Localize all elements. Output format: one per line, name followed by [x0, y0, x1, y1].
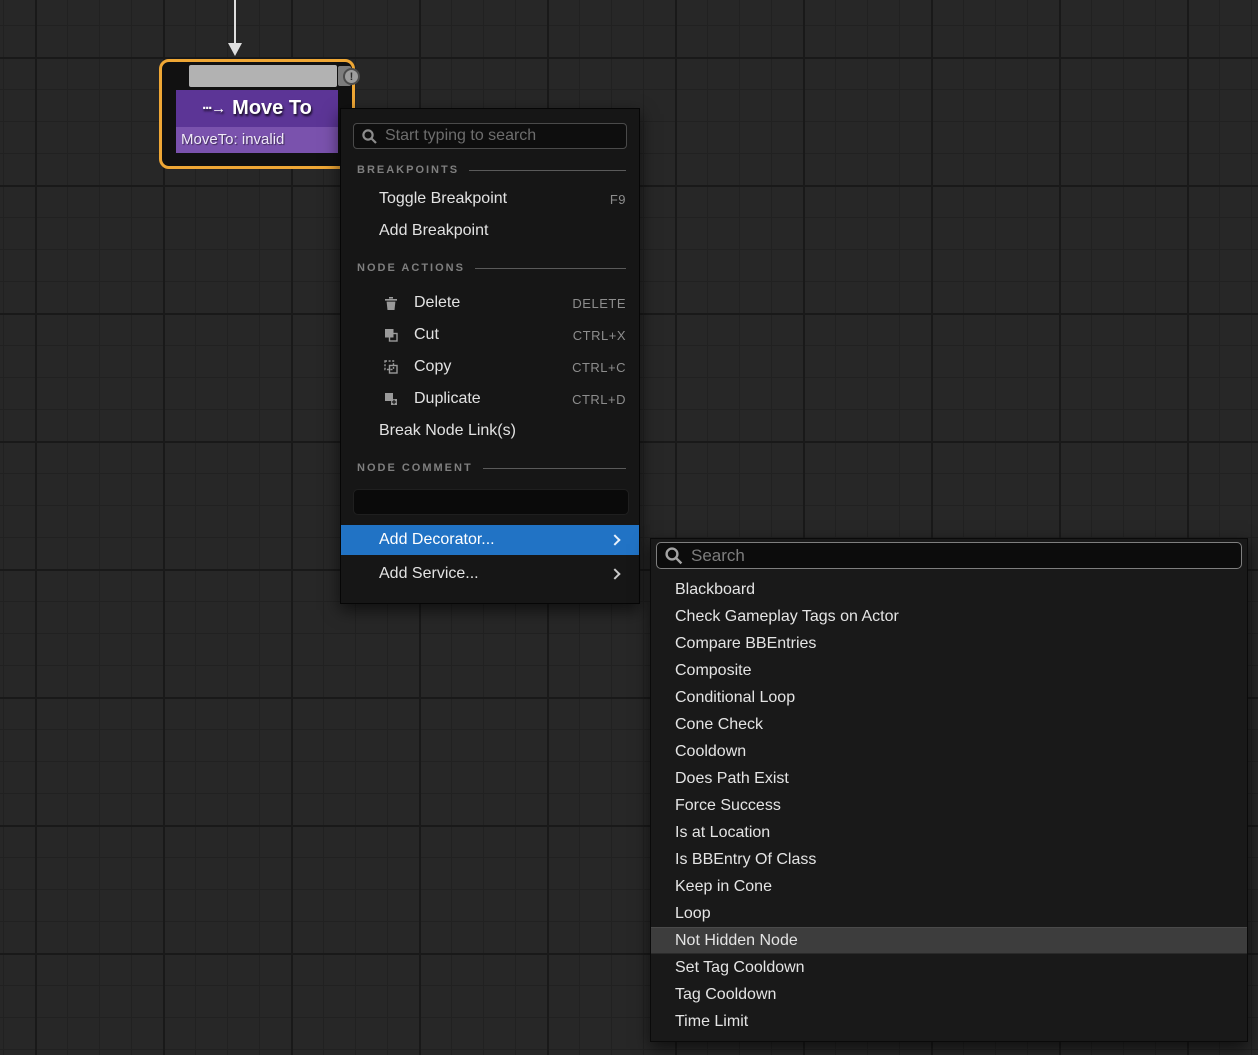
graph-canvas[interactable]: ! ···→ Move To MoveTo: invalid BREAKPOIN… — [0, 0, 1258, 1055]
list-item[interactable]: Time Limit — [651, 1008, 1247, 1035]
section-header-node-comment: NODE COMMENT — [341, 461, 639, 475]
menu-item-label: Add Breakpoint — [379, 222, 488, 240]
list-item[interactable]: Is at Location — [651, 819, 1247, 846]
search-icon — [664, 546, 684, 566]
menu-item-delete[interactable]: Delete DELETE — [341, 287, 639, 319]
menu-item-toggle-breakpoint[interactable]: Toggle Breakpoint F9 — [341, 183, 639, 215]
node-comment-input[interactable] — [353, 489, 629, 515]
menu-item-shortcut: CTRL+C — [572, 360, 626, 375]
list-item[interactable]: Does Path Exist — [651, 765, 1247, 792]
context-menu-search[interactable] — [353, 123, 627, 149]
list-item[interactable]: Loop — [651, 900, 1247, 927]
menu-item-duplicate[interactable]: Duplicate CTRL+D — [341, 383, 639, 415]
menu-item-label: Add Decorator... — [379, 531, 495, 549]
section-header-node-actions: NODE ACTIONS — [341, 261, 639, 275]
cut-icon — [384, 328, 399, 342]
node-info-badge: ! — [343, 68, 360, 85]
decorator-submenu: BlackboardCheck Gameplay Tags on ActorCo… — [650, 538, 1248, 1042]
menu-item-label: Toggle Breakpoint — [379, 190, 507, 208]
section-rule — [483, 468, 626, 469]
submenu-search[interactable] — [656, 542, 1242, 569]
list-item[interactable]: Compare BBEntries — [651, 630, 1247, 657]
list-item[interactable]: Conditional Loop — [651, 684, 1247, 711]
search-input[interactable] — [385, 127, 619, 145]
copy-icon — [384, 360, 399, 374]
menu-item-shortcut: CTRL+X — [573, 328, 626, 343]
duplicate-icon — [384, 392, 399, 406]
section-header-breakpoints: BREAKPOINTS — [341, 163, 639, 177]
list-item[interactable]: Keep in Cone — [651, 873, 1247, 900]
list-item[interactable]: Not Hidden Node — [651, 927, 1247, 954]
menu-item-add-breakpoint[interactable]: Add Breakpoint — [341, 215, 639, 247]
menu-item-add-decorator[interactable]: Add Decorator... — [341, 525, 639, 555]
section-rule — [469, 170, 626, 171]
node-subtitle: MoveTo: invalid — [176, 127, 338, 153]
exec-wire-arrow-icon — [228, 43, 242, 56]
chevron-right-icon — [609, 534, 620, 545]
menu-item-label: Cut — [414, 326, 439, 344]
move-to-icon: ···→ — [202, 100, 227, 117]
list-item[interactable]: Force Success — [651, 792, 1247, 819]
menu-item-add-service[interactable]: Add Service... — [341, 559, 639, 589]
menu-item-label: Copy — [414, 358, 451, 376]
menu-item-shortcut: DELETE — [572, 296, 626, 311]
chevron-right-icon — [609, 568, 620, 579]
list-item[interactable]: Cooldown — [651, 738, 1247, 765]
list-item[interactable]: Blackboard — [651, 576, 1247, 603]
menu-item-shortcut: F9 — [610, 192, 626, 207]
menu-item-shortcut: CTRL+D — [572, 392, 626, 407]
menu-item-label: Add Service... — [379, 565, 479, 583]
exec-wire — [234, 0, 236, 44]
menu-item-label: Delete — [414, 294, 460, 312]
search-icon — [361, 128, 378, 145]
section-rule — [475, 268, 626, 269]
node-context-menu: BREAKPOINTS Toggle Breakpoint F9 Add Bre… — [340, 108, 640, 604]
list-item[interactable]: Cone Check — [651, 711, 1247, 738]
node-title-field[interactable] — [189, 65, 337, 87]
submenu-search-input[interactable] — [691, 546, 1234, 566]
menu-item-label: Duplicate — [414, 390, 481, 408]
list-item[interactable]: Is BBEntry Of Class — [651, 846, 1247, 873]
menu-item-label: Break Node Link(s) — [379, 422, 516, 440]
list-item[interactable]: Tag Cooldown — [651, 981, 1247, 1008]
list-item[interactable]: Set Tag Cooldown — [651, 954, 1247, 981]
menu-item-cut[interactable]: Cut CTRL+X — [341, 319, 639, 351]
menu-item-copy[interactable]: Copy CTRL+C — [341, 351, 639, 383]
move-to-node[interactable]: ! ···→ Move To MoveTo: invalid — [159, 59, 355, 169]
decorator-list: BlackboardCheck Gameplay Tags on ActorCo… — [651, 576, 1247, 1035]
node-title: Move To — [232, 97, 312, 120]
list-item[interactable]: Composite — [651, 657, 1247, 684]
list-item[interactable]: Check Gameplay Tags on Actor — [651, 603, 1247, 630]
menu-item-break-node-links[interactable]: Break Node Link(s) — [341, 415, 639, 447]
node-header: ···→ Move To — [176, 90, 338, 127]
trash-icon — [384, 296, 399, 311]
